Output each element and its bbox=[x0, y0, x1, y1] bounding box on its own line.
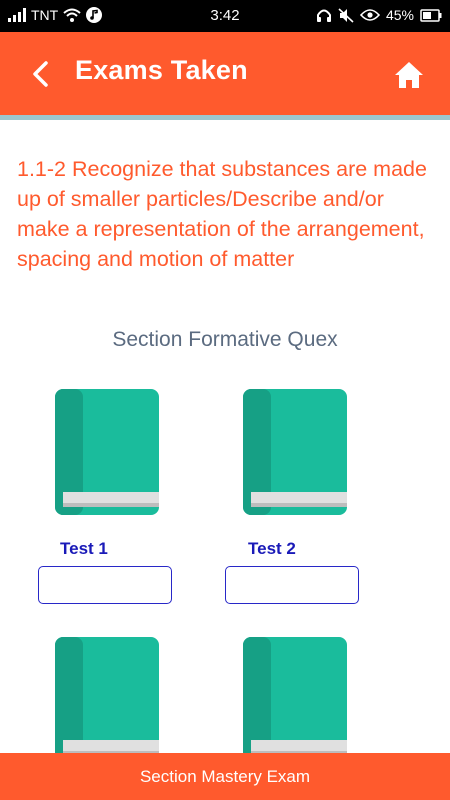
headset-icon bbox=[316, 8, 332, 23]
book-icon bbox=[243, 389, 347, 515]
back-button[interactable] bbox=[28, 59, 54, 89]
home-icon bbox=[393, 62, 425, 94]
test-1-book-button[interactable] bbox=[55, 389, 159, 515]
test-4-book-button[interactable] bbox=[243, 637, 347, 763]
chevron-left-icon bbox=[28, 61, 54, 93]
test-3-book-button[interactable] bbox=[55, 637, 159, 763]
home-button[interactable] bbox=[393, 60, 425, 90]
test-1-label: Test 1 bbox=[60, 539, 108, 558]
page-title: Exams Taken bbox=[75, 55, 248, 85]
section-title: Section Formative Quex bbox=[112, 328, 338, 351]
topic-heading: 1.1-2 Recognize that substances are made… bbox=[17, 157, 427, 271]
battery-icon bbox=[420, 8, 442, 22]
eye-icon bbox=[359, 9, 380, 21]
section-mastery-exam-button[interactable]: Section Mastery Exam bbox=[0, 753, 450, 800]
test-2-book-button[interactable] bbox=[243, 389, 347, 515]
mute-icon bbox=[338, 7, 354, 23]
book-icon bbox=[243, 637, 347, 763]
test-1-score-field[interactable] bbox=[38, 566, 172, 604]
battery-percent: 45% bbox=[385, 7, 414, 23]
status-bar: TNT 3:42 45% bbox=[0, 0, 450, 32]
book-icon bbox=[55, 389, 159, 515]
test-2-score-field[interactable] bbox=[225, 566, 359, 604]
header-divider bbox=[0, 115, 450, 120]
test-2-label: Test 2 bbox=[248, 539, 296, 558]
status-right: 45% bbox=[316, 7, 442, 23]
book-icon bbox=[55, 637, 159, 763]
